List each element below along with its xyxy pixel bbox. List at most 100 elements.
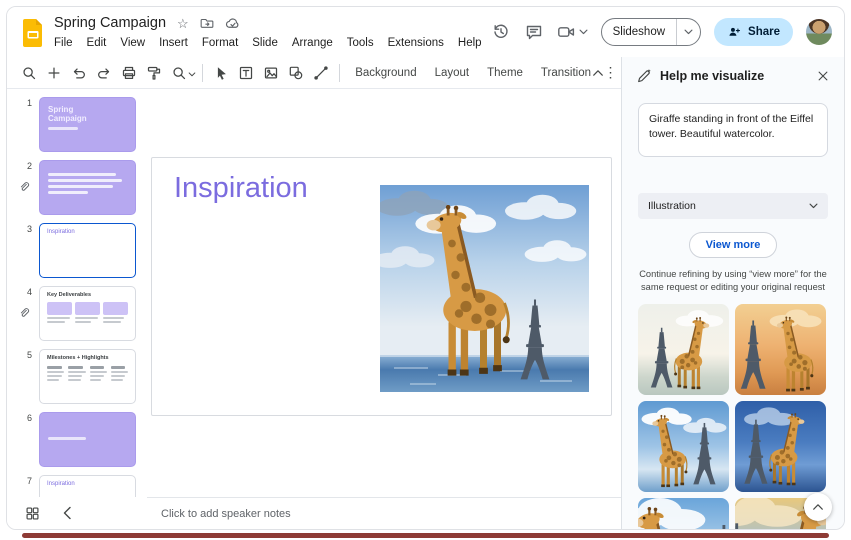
bottom-bar: Click to add speaker notes (7, 497, 621, 529)
chevron-left-icon (62, 506, 72, 520)
generated-image-thumbnail-3[interactable] (638, 401, 729, 492)
thumbnail-content-placeholder (40, 302, 135, 323)
scroll-to-top-button[interactable] (804, 493, 832, 521)
paperclip-icon (18, 180, 30, 198)
paint-format-button[interactable] (142, 61, 165, 85)
editor-canvas: Inspiration (147, 90, 621, 497)
meet-button[interactable] (557, 23, 588, 41)
print-icon (121, 65, 137, 81)
generated-image-thumbnail-5[interactable] (638, 498, 729, 529)
slide-thumbnail-2[interactable] (39, 160, 136, 215)
collapse-toolbar-button[interactable] (586, 61, 610, 85)
collapse-filmstrip-button[interactable] (60, 504, 74, 522)
version-history-icon[interactable] (491, 22, 511, 42)
header-actions: Slideshow Share (491, 18, 832, 46)
header: Spring Campaign ☆ File Edit View Insert … (7, 7, 844, 57)
slide-thumbnail-7[interactable]: Inspiration (39, 475, 136, 497)
giraffe-eiffel-art (638, 498, 729, 529)
slide-thumbnail-5[interactable]: Milestones + Highlights (39, 349, 136, 404)
close-icon (816, 69, 830, 83)
background-button[interactable]: Background (346, 61, 425, 85)
print-button[interactable] (117, 61, 140, 85)
line-icon (313, 65, 329, 81)
filmstrip-row-4: 4 Key Deliverables (7, 286, 147, 341)
slideshow-button[interactable]: Slideshow (601, 18, 701, 46)
theme-button[interactable]: Theme (478, 61, 532, 85)
generated-image-thumbnail-4[interactable] (735, 401, 826, 492)
current-slide[interactable]: Inspiration (151, 157, 612, 416)
menu-tools[interactable]: Tools (340, 35, 381, 51)
chevron-down-icon (684, 29, 693, 35)
zoom-button[interactable] (167, 61, 190, 85)
slide-thumbnail-3-selected[interactable]: Inspiration (39, 223, 136, 278)
grid-view-button[interactable] (23, 504, 42, 523)
panel-hint-text: Continue refining by using “view more” f… (634, 268, 832, 294)
grid-view-icon (25, 506, 40, 521)
slides-logo[interactable] (20, 16, 46, 49)
filmstrip-row-3: 3 Inspiration (7, 223, 147, 278)
undo-icon (71, 65, 87, 81)
new-slide-button[interactable] (43, 61, 66, 85)
speaker-notes[interactable]: Click to add speaker notes (147, 497, 621, 529)
giraffe-eiffel-art (735, 401, 826, 492)
move-folder-icon[interactable] (200, 16, 214, 30)
menu-view[interactable]: View (113, 35, 152, 51)
menu-edit[interactable]: Edit (80, 35, 114, 51)
select-tool-button[interactable] (210, 61, 233, 85)
screenshot-stage: Spring Campaign ☆ File Edit View Insert … (0, 0, 851, 540)
magic-pencil-icon (636, 68, 652, 84)
redo-button[interactable] (93, 61, 116, 85)
filmstrip-row-1: 1 Spring Campaign (7, 97, 147, 152)
zoom-caret-icon[interactable] (188, 72, 196, 77)
search-menus-button[interactable] (18, 61, 41, 85)
share-button[interactable]: Share (714, 18, 793, 46)
style-dropdown[interactable]: Illustration (638, 193, 828, 219)
text-box-icon (238, 65, 254, 81)
slide-thumbnail-6[interactable] (39, 412, 136, 467)
prompt-input[interactable]: Giraffe standing in front of the Eiffel … (638, 103, 828, 157)
slide-number: 7 (27, 476, 32, 486)
filmstrip-row-2: 2 (7, 160, 147, 215)
slide-thumbnail-1[interactable]: Spring Campaign (39, 97, 136, 152)
menu-format[interactable]: Format (195, 35, 245, 51)
layout-button[interactable]: Layout (426, 61, 479, 85)
insert-image-button[interactable] (260, 61, 283, 85)
filmstrip-row-6: 6 (7, 412, 147, 467)
thumb-title: Spring Campaign (40, 98, 104, 123)
redo-icon (96, 65, 112, 81)
chevron-up-icon (592, 69, 604, 77)
menu-arrange[interactable]: Arrange (285, 35, 340, 51)
view-more-button[interactable]: View more (689, 232, 778, 258)
close-panel-button[interactable] (814, 67, 832, 85)
slide-number: 5 (27, 350, 32, 360)
share-label: Share (748, 26, 780, 38)
avatar[interactable] (806, 19, 832, 45)
menu-insert[interactable]: Insert (152, 35, 195, 51)
slide-thumbnail-4[interactable]: Key Deliverables (39, 286, 136, 341)
menu-help[interactable]: Help (451, 35, 489, 51)
insert-line-button[interactable] (309, 61, 332, 85)
generated-image-thumbnail-1[interactable] (638, 304, 729, 395)
star-icon[interactable]: ☆ (177, 17, 189, 30)
toolbar-divider (339, 64, 340, 82)
thumbnail-content-placeholder (40, 366, 135, 381)
slide-title-text[interactable]: Inspiration (174, 172, 308, 205)
image-icon (263, 65, 279, 81)
slide-image-giraffe-eiffel[interactable] (380, 185, 589, 392)
comments-icon[interactable] (524, 22, 544, 42)
menu-slide[interactable]: Slide (245, 35, 285, 51)
menu-file[interactable]: File (47, 35, 80, 51)
generated-image-thumbnail-2[interactable] (735, 304, 826, 395)
text-box-button[interactable] (235, 61, 258, 85)
cloud-saved-icon[interactable] (225, 16, 240, 31)
undo-button[interactable] (68, 61, 91, 85)
style-dropdown-value: Illustration (648, 200, 696, 212)
insert-shape-button[interactable] (285, 61, 308, 85)
thumb-title: Milestones + Highlights (40, 350, 135, 361)
slide-number: 4 (27, 287, 32, 297)
thumbnail-text-placeholder (40, 161, 135, 194)
slideshow-dropdown[interactable] (677, 29, 700, 35)
menu-extensions[interactable]: Extensions (381, 35, 451, 51)
document-title[interactable]: Spring Campaign (54, 15, 166, 31)
slide-number: 2 (27, 161, 32, 171)
